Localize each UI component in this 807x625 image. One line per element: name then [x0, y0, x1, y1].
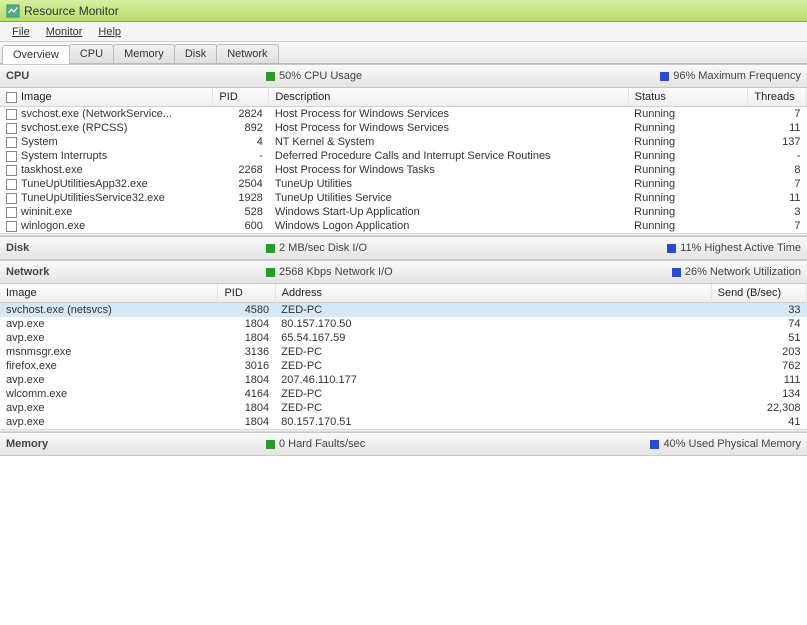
col-address[interactable]: Address — [275, 284, 711, 303]
table-row[interactable]: svchost.exe (NetworkService...2824Host P… — [0, 107, 807, 122]
row-checkbox[interactable] — [6, 165, 17, 176]
col-pid[interactable]: PID — [213, 88, 269, 107]
network-table: Image PID Address Send (B/sec) svchost.e… — [0, 284, 807, 429]
checkbox-all[interactable] — [6, 92, 17, 103]
menu-help[interactable]: Help — [90, 24, 129, 40]
disk-title: Disk — [6, 242, 266, 254]
tab-memory[interactable]: Memory — [113, 44, 175, 63]
memory-faults-stat: 0 Hard Faults/sec — [266, 438, 586, 450]
row-checkbox[interactable] — [6, 123, 17, 134]
network-section-header[interactable]: Network 2568 Kbps Network I/O 26% Networ… — [0, 260, 807, 284]
table-row[interactable]: avp.exe1804207.46.110.177111 — [0, 373, 807, 387]
tab-disk[interactable]: Disk — [174, 44, 217, 63]
square-green-icon — [266, 72, 275, 81]
col-send[interactable]: Send (B/sec) — [711, 284, 806, 303]
table-row[interactable]: firefox.exe3016ZED-PC762 — [0, 359, 807, 373]
app-icon — [6, 4, 20, 18]
disk-active-stat: 11% Highest Active Time — [667, 242, 801, 254]
network-io-stat: 2568 Kbps Network I/O — [266, 266, 586, 278]
menu-file[interactable]: File — [4, 24, 38, 40]
col-threads[interactable]: Threads — [748, 88, 807, 107]
col-pid[interactable]: PID — [218, 284, 275, 303]
content-area: CPU 50% CPU Usage 96% Maximum Frequency … — [0, 64, 807, 625]
square-green-icon — [266, 268, 275, 277]
row-checkbox[interactable] — [6, 193, 17, 204]
menu-bar: File Monitor Help — [0, 22, 807, 42]
memory-section-header[interactable]: Memory 0 Hard Faults/sec 40% Used Physic… — [0, 432, 807, 456]
tab-overview[interactable]: Overview — [2, 45, 70, 64]
col-image[interactable]: Image — [0, 284, 218, 303]
tab-network[interactable]: Network — [216, 44, 278, 63]
table-row[interactable]: taskhost.exe2268Host Process for Windows… — [0, 163, 807, 177]
table-row[interactable]: System Interrupts-Deferred Procedure Cal… — [0, 149, 807, 163]
col-image[interactable]: Image — [0, 88, 213, 107]
square-blue-icon — [660, 72, 669, 81]
cpu-freq-stat: 96% Maximum Frequency — [660, 70, 801, 82]
cpu-title: CPU — [6, 70, 266, 82]
table-row[interactable]: System4NT Kernel & SystemRunning137 — [0, 135, 807, 149]
window-titlebar: Resource Monitor — [0, 0, 807, 22]
disk-io-stat: 2 MB/sec Disk I/O — [266, 242, 586, 254]
table-row[interactable]: TuneUpUtilitiesService32.exe1928TuneUp U… — [0, 191, 807, 205]
square-blue-icon — [650, 440, 659, 449]
network-util-stat: 26% Network Utilization — [672, 266, 801, 278]
cpu-section-header[interactable]: CPU 50% CPU Usage 96% Maximum Frequency — [0, 64, 807, 88]
network-title: Network — [6, 266, 266, 278]
memory-title: Memory — [6, 438, 266, 450]
col-status[interactable]: Status — [628, 88, 748, 107]
table-row[interactable]: svchost.exe (netsvcs)4580ZED-PC33 — [0, 303, 807, 318]
table-row[interactable]: svchost.exe (RPCSS)892Host Process for W… — [0, 121, 807, 135]
table-row[interactable]: avp.exe180480.157.170.5141 — [0, 415, 807, 429]
square-green-icon — [266, 244, 275, 253]
cpu-process-table: Image PID Description Status Threads svc… — [0, 88, 807, 233]
row-checkbox[interactable] — [6, 221, 17, 232]
table-row[interactable]: wlcomm.exe4164ZED-PC134 — [0, 387, 807, 401]
square-green-icon — [266, 440, 275, 449]
menu-monitor[interactable]: Monitor — [38, 24, 91, 40]
table-row[interactable]: avp.exe1804ZED-PC22,308 — [0, 401, 807, 415]
tab-cpu[interactable]: CPU — [69, 44, 114, 63]
table-row[interactable]: avp.exe180465.54.167.5951 — [0, 331, 807, 345]
table-row[interactable]: avp.exe180480.157.170.5074 — [0, 317, 807, 331]
square-blue-icon — [667, 244, 676, 253]
disk-section-header[interactable]: Disk 2 MB/sec Disk I/O 11% Highest Activ… — [0, 236, 807, 260]
col-description[interactable]: Description — [269, 88, 628, 107]
cpu-usage-stat: 50% CPU Usage — [266, 70, 586, 82]
row-checkbox[interactable] — [6, 207, 17, 218]
row-checkbox[interactable] — [6, 179, 17, 190]
table-row[interactable]: wininit.exe528Windows Start-Up Applicati… — [0, 205, 807, 219]
row-checkbox[interactable] — [6, 137, 17, 148]
row-checkbox[interactable] — [6, 109, 17, 120]
table-row[interactable]: msnmsgr.exe3136ZED-PC203 — [0, 345, 807, 359]
tab-bar: Overview CPU Memory Disk Network — [0, 42, 807, 64]
window-title: Resource Monitor — [24, 4, 119, 18]
square-blue-icon — [672, 268, 681, 277]
table-row[interactable]: winlogon.exe600Windows Logon Application… — [0, 219, 807, 233]
memory-used-stat: 40% Used Physical Memory — [650, 438, 801, 450]
row-checkbox[interactable] — [6, 151, 17, 162]
table-row[interactable]: TuneUpUtilitiesApp32.exe2504TuneUp Utili… — [0, 177, 807, 191]
